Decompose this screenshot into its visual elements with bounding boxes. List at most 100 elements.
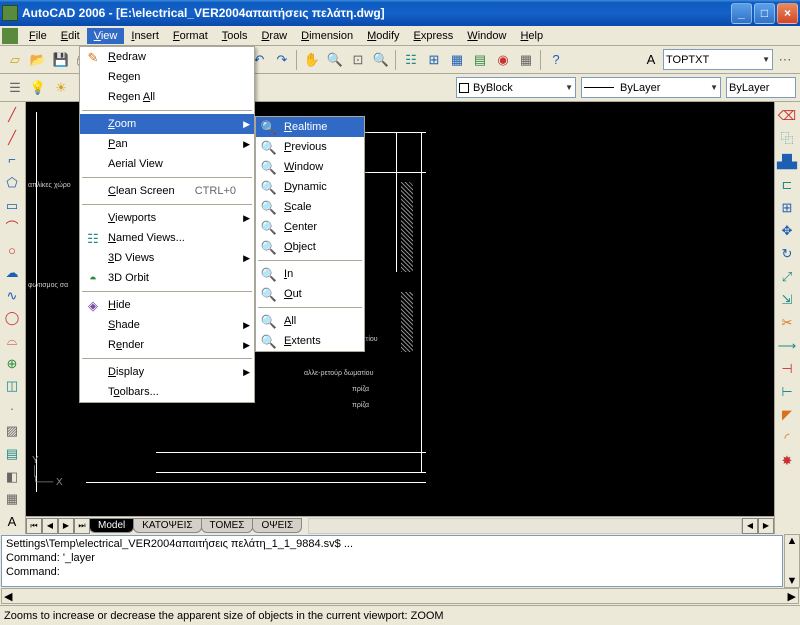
properties-button[interactable]: ☷: [400, 49, 422, 71]
menu-item-scale[interactable]: 🔍Scale: [256, 197, 364, 217]
layer-sun-button[interactable]: ☀: [50, 77, 72, 99]
menu-item-zoom[interactable]: Zoom▶: [80, 114, 254, 134]
menu-item-viewports[interactable]: Viewports▶: [80, 208, 254, 228]
menu-insert[interactable]: Insert: [124, 28, 166, 44]
menu-item-center[interactable]: 🔍Center: [256, 217, 364, 237]
array-tool[interactable]: ⊞: [776, 196, 798, 218]
arc-tool[interactable]: ⌒: [1, 217, 23, 239]
menu-dimension[interactable]: Dimension: [294, 28, 360, 44]
chamfer-tool[interactable]: ◤: [776, 403, 798, 425]
open-button[interactable]: 📂: [27, 49, 49, 71]
redo-button[interactable]: ↷: [271, 49, 293, 71]
menu-edit[interactable]: Edit: [54, 28, 87, 44]
menu-item-in[interactable]: 🔍In: [256, 264, 364, 284]
menu-draw[interactable]: Draw: [254, 28, 294, 44]
menu-item-object[interactable]: 🔍Object: [256, 237, 364, 257]
layout-tab[interactable]: ΟΨΕΙΣ: [252, 518, 302, 533]
layout-tab[interactable]: ΚΑΤΟΨΕΙΣ: [133, 518, 201, 533]
insert-tool[interactable]: ⊕: [1, 352, 23, 374]
close-button[interactable]: ×: [777, 3, 798, 24]
markup-button[interactable]: ◉: [492, 49, 514, 71]
menu-item-clean-screen[interactable]: Clean ScreenCTRL+0: [80, 181, 254, 201]
mirror-tool[interactable]: ▟▙: [776, 150, 798, 172]
cmd-vscroll[interactable]: ▲▼: [784, 534, 800, 588]
textstyle-next[interactable]: ⋯: [774, 49, 796, 71]
rotate-tool[interactable]: ↻: [776, 242, 798, 264]
break-tool[interactable]: ⊣: [776, 357, 798, 379]
toolpal-button[interactable]: ▦: [446, 49, 468, 71]
menu-item-3d-orbit[interactable]: ◓3D Orbit: [80, 268, 254, 288]
menu-express[interactable]: Express: [407, 28, 461, 44]
menu-item-window[interactable]: 🔍Window: [256, 157, 364, 177]
sheetset-button[interactable]: ▤: [469, 49, 491, 71]
menu-item-extents[interactable]: 🔍Extents: [256, 331, 364, 351]
offset-tool[interactable]: ⊏: [776, 173, 798, 195]
tab-first[interactable]: ⏮: [26, 518, 42, 534]
stretch-tool[interactable]: ⇲: [776, 288, 798, 310]
copy-tool[interactable]: ⿻: [776, 127, 798, 149]
region-tool[interactable]: ◧: [1, 465, 23, 487]
block-tool[interactable]: ◫: [1, 375, 23, 397]
pline-tool[interactable]: ⌐: [1, 149, 23, 171]
rect-tool[interactable]: ▭: [1, 194, 23, 216]
tab-last[interactable]: ⏭: [74, 518, 90, 534]
menu-item-3d-views[interactable]: 3D Views▶: [80, 248, 254, 268]
trim-tool[interactable]: ✂: [776, 311, 798, 333]
menu-item-previous[interactable]: 🔍Previous: [256, 137, 364, 157]
point-tool[interactable]: ·: [1, 398, 23, 420]
menu-tools[interactable]: Tools: [215, 28, 255, 44]
menu-window[interactable]: Window: [460, 28, 513, 44]
menu-item-shade[interactable]: Shade▶: [80, 315, 254, 335]
extend-tool[interactable]: ⟶: [776, 334, 798, 356]
color-combo[interactable]: ByBlock▼: [456, 77, 576, 98]
zoom-prev-button[interactable]: 🔍: [370, 49, 392, 71]
menu-item-realtime[interactable]: 🔍Realtime: [256, 117, 364, 137]
save-button[interactable]: 💾: [50, 49, 72, 71]
menu-view[interactable]: View: [87, 28, 125, 44]
scroll-left[interactable]: ◀: [742, 518, 758, 534]
menu-help[interactable]: Help: [513, 28, 550, 44]
line-tool[interactable]: ╱: [1, 104, 23, 126]
tab-next[interactable]: ▶: [58, 518, 74, 534]
revcloud-tool[interactable]: ☁: [1, 262, 23, 284]
menu-item-all[interactable]: 🔍All: [256, 311, 364, 331]
linetype-combo[interactable]: ByLayer: [726, 77, 796, 98]
menu-file[interactable]: File: [22, 28, 54, 44]
layout-tab[interactable]: ΤΟΜΕΣ: [201, 518, 254, 533]
text-button[interactable]: A: [640, 49, 662, 71]
menu-item-named-views-[interactable]: ☷Named Views...: [80, 228, 254, 248]
designctr-button[interactable]: ⊞: [423, 49, 445, 71]
textstyle-combo[interactable]: ΤΟΡΤΧΤ▼: [663, 49, 773, 70]
mtext-tool[interactable]: A: [1, 510, 23, 532]
maximize-button[interactable]: □: [754, 3, 775, 24]
layer-bulb-button[interactable]: 💡: [27, 77, 49, 99]
menu-item-toolbars-[interactable]: Toolbars...: [80, 382, 254, 402]
xline-tool[interactable]: ╱: [1, 127, 23, 149]
calc-button[interactable]: ▦: [515, 49, 537, 71]
menu-item-pan[interactable]: Pan▶: [80, 134, 254, 154]
move-tool[interactable]: ✥: [776, 219, 798, 241]
zoom-rt-button[interactable]: 🔍: [324, 49, 346, 71]
new-button[interactable]: ▱: [4, 49, 26, 71]
help-button[interactable]: ?: [545, 49, 567, 71]
spline-tool[interactable]: ∿: [1, 285, 23, 307]
scroll-right[interactable]: ▶: [758, 518, 774, 534]
pan-button[interactable]: ✋: [301, 49, 323, 71]
menu-item-dynamic[interactable]: 🔍Dynamic: [256, 177, 364, 197]
tab-prev[interactable]: ◀: [42, 518, 58, 534]
menu-item-redraw[interactable]: ✎Redraw: [80, 47, 254, 67]
menu-item-display[interactable]: Display▶: [80, 362, 254, 382]
cmd-hscroll[interactable]: ◀▶: [1, 588, 799, 604]
layout-tab[interactable]: Model: [89, 518, 134, 533]
scale-tool[interactable]: ⤢: [776, 265, 798, 287]
lineweight-combo[interactable]: ByLayer▼: [581, 77, 721, 98]
join-tool[interactable]: ⊢: [776, 380, 798, 402]
menu-item-hide[interactable]: ◈Hide: [80, 295, 254, 315]
explode-tool[interactable]: ✸: [776, 449, 798, 471]
menu-modify[interactable]: Modify: [360, 28, 406, 44]
menu-item-regen[interactable]: Regen: [80, 67, 254, 87]
fillet-tool[interactable]: ◜: [776, 426, 798, 448]
circle-tool[interactable]: ○: [1, 239, 23, 261]
ellipsearc-tool[interactable]: ⌓: [1, 330, 23, 352]
menu-item-render[interactable]: Render▶: [80, 335, 254, 355]
